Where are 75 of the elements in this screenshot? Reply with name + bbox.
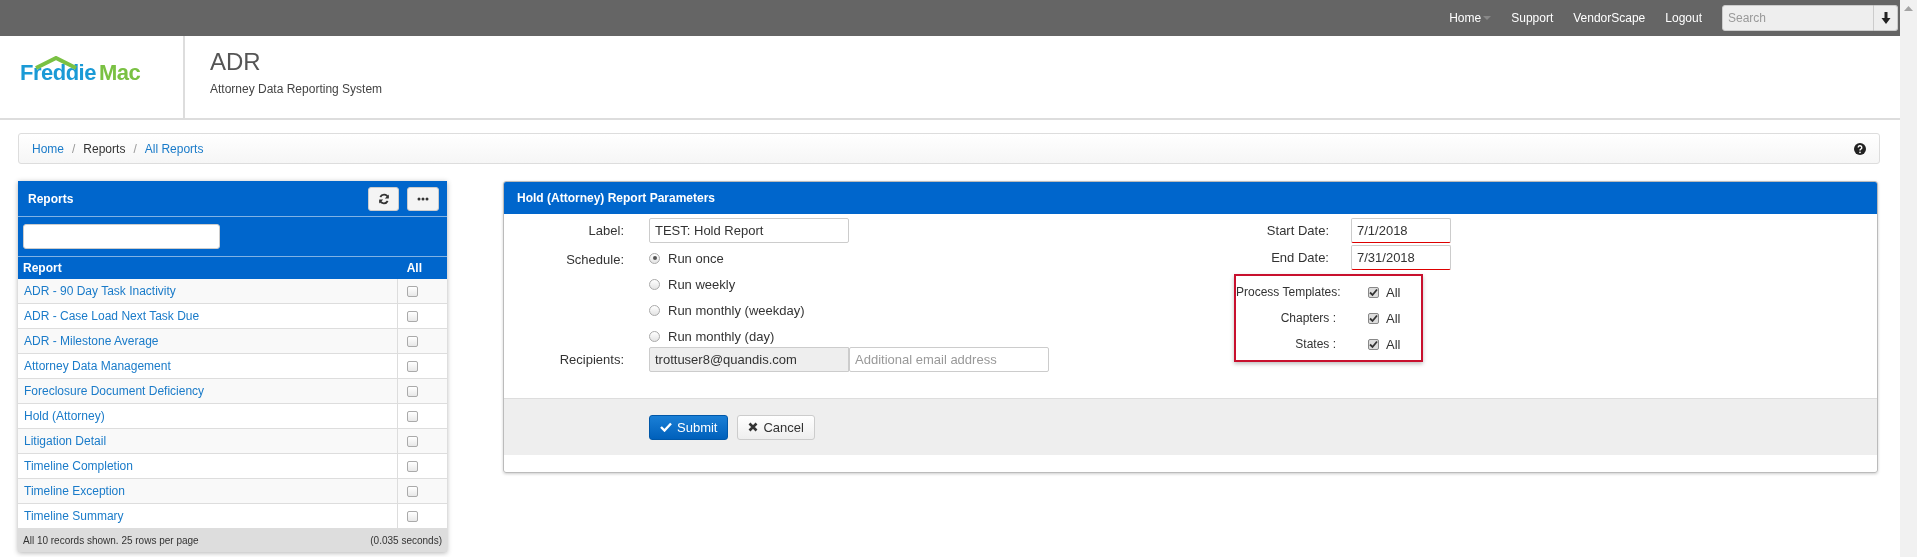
app-title: ADR	[210, 48, 262, 76]
field-label: States :	[1294, 337, 1336, 351]
nav-link[interactable]: Logout	[1665, 11, 1702, 25]
column-header: All	[406, 261, 422, 275]
email-field[interactable]: Additional email address	[849, 347, 1049, 372]
column-header: Report	[23, 261, 62, 275]
breadcrumb-item[interactable]: All Reports	[144, 141, 204, 156]
ellipsis-icon	[417, 196, 429, 201]
search-field[interactable]: Search	[1722, 5, 1874, 31]
field-label: Recipients:	[558, 352, 624, 367]
help-icon[interactable]	[1854, 142, 1866, 155]
checkbox[interactable]	[1368, 286, 1379, 298]
submit-button[interactable]: Submit	[649, 414, 729, 440]
logo: FreddieMac	[0, 36, 185, 118]
refresh-icon	[377, 192, 390, 205]
records-summary: All 10 records shown. 25 rows per page	[23, 535, 199, 546]
field-label: End Date:	[1270, 250, 1329, 265]
panel-title: Reports	[28, 191, 74, 206]
checkbox[interactable]	[407, 335, 418, 347]
radio-button[interactable]	[649, 278, 660, 290]
radio-label: Run weekly	[668, 276, 736, 292]
nav-link[interactable]: VendorScape	[1573, 11, 1646, 25]
report-link[interactable]: Timeline Completion	[18, 459, 397, 473]
radio-button[interactable]	[649, 330, 660, 342]
app-subtitle: Attorney Data Reporting System	[210, 82, 383, 96]
checkbox[interactable]	[407, 385, 418, 397]
nav-link[interactable]: Support	[1511, 11, 1554, 25]
report-link[interactable]: Hold (Attorney)	[18, 409, 397, 423]
checkbox[interactable]	[1368, 312, 1379, 324]
scroll-up-icon[interactable]	[1904, 6, 1913, 11]
cancel-button[interactable]: Cancel	[737, 414, 815, 440]
checkbox[interactable]	[407, 460, 418, 472]
report-link[interactable]: ADR - Case Load Next Task Due	[18, 309, 397, 323]
radio-button[interactable]	[649, 252, 660, 264]
field-label: Chapters :	[1279, 311, 1336, 325]
field-label: Label:	[587, 223, 624, 238]
radio-label: Run once	[668, 250, 724, 266]
caret-icon	[1483, 16, 1492, 20]
scrollbar[interactable]	[1900, 0, 1917, 557]
checkbox[interactable]	[407, 435, 418, 447]
report-link[interactable]: Timeline Summary	[18, 509, 397, 523]
label-field[interactable]: TEST: Hold Report	[649, 218, 849, 243]
check-icon	[660, 422, 672, 432]
breadcrumb-separator: /	[72, 141, 76, 156]
checkbox[interactable]	[407, 360, 418, 372]
checkbox[interactable]	[407, 410, 418, 422]
more-button[interactable]	[407, 186, 439, 211]
checkbox[interactable]	[407, 310, 418, 322]
checkbox[interactable]	[407, 285, 418, 297]
field-label: Schedule:	[565, 252, 624, 267]
timing-text: (0.035 seconds)	[370, 535, 442, 546]
radio-label: Run monthly (weekday)	[668, 302, 805, 318]
date-field[interactable]: 7/31/2018	[1351, 245, 1451, 270]
checkbox[interactable]	[407, 510, 418, 522]
recipient-field[interactable]: trottuser8@quandis.com	[649, 347, 849, 372]
checkbox-label: All	[1386, 310, 1401, 326]
download-button[interactable]	[1874, 5, 1898, 31]
nav-link[interactable]: Home	[1449, 11, 1492, 25]
breadcrumb-item: Reports	[83, 141, 126, 156]
refresh-button[interactable]	[368, 186, 399, 211]
checkbox-label: All	[1386, 336, 1401, 352]
filter-field[interactable]	[23, 224, 220, 249]
breadcrumb-item[interactable]: Home	[32, 141, 64, 156]
checkbox-label: All	[1386, 284, 1401, 300]
checkbox[interactable]	[407, 485, 418, 497]
checkbox[interactable]	[1368, 338, 1379, 350]
radio-button[interactable]	[649, 304, 660, 316]
breadcrumb-separator: /	[133, 141, 137, 156]
panel-title: Hold (Attorney) Report Parameters	[517, 191, 716, 205]
radio-label: Run monthly (day)	[668, 328, 775, 344]
report-link[interactable]: Attorney Data Management	[18, 359, 397, 373]
field-label: Start Date:	[1265, 223, 1329, 238]
date-field[interactable]: 7/1/2018	[1351, 218, 1451, 243]
close-icon	[748, 422, 759, 432]
down-arrow-icon	[1880, 12, 1891, 24]
